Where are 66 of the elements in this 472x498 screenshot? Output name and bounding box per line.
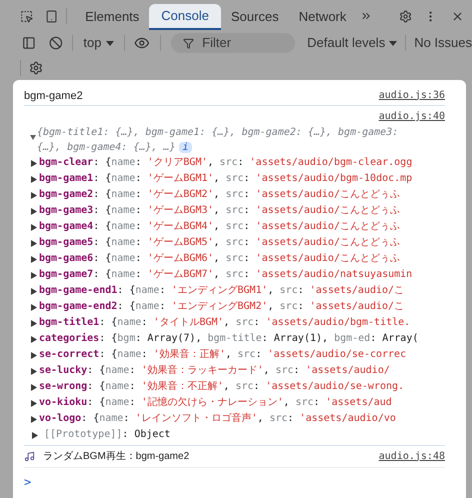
filter-field[interactable]: Filter bbox=[171, 33, 296, 53]
device-icon[interactable] bbox=[45, 9, 58, 24]
expand-triangle-icon[interactable] bbox=[31, 352, 37, 358]
object-property[interactable]: bgm-game1: {name: 'ゲームBGM1', src: 'assets/audio/bgm-10doc.mp bbox=[39, 171, 412, 187]
source-link[interactable]: audio.js:40 bbox=[378, 109, 445, 125]
expand-triangle-icon[interactable] bbox=[31, 160, 37, 166]
tab[interactable]: Console bbox=[149, 4, 221, 30]
levels-dropdown[interactable]: Default levels bbox=[307, 33, 398, 53]
issues-label[interactable]: No Issues bbox=[414, 33, 472, 53]
expand-triangle-icon[interactable] bbox=[31, 416, 37, 422]
expand-triangle-icon[interactable] bbox=[31, 240, 37, 246]
expand-triangle-icon[interactable] bbox=[31, 176, 37, 182]
source-link[interactable]: audio.js:48 bbox=[378, 448, 445, 464]
object-property[interactable]: bgm-game2: {name: 'ゲームBGM2', src: 'assets/audio/こんとどぅふ bbox=[39, 187, 400, 203]
expand-triangle-icon[interactable] bbox=[31, 256, 37, 262]
expand-triangle-icon[interactable] bbox=[31, 320, 37, 326]
object-property[interactable]: bgm-game3: {name: 'ゲームBGM3', src: 'assets/audio/こんとどぅふ bbox=[39, 203, 400, 219]
object-summary[interactable]: {…}, bgm-game4: {…}, …} bbox=[37, 140, 176, 155]
object-property[interactable]: bgm-game4: {name: 'ゲームBGM4', src: 'assets/audio/こんとどぅふ bbox=[39, 219, 400, 235]
log-message: bgm-game2 bbox=[24, 88, 83, 104]
info-badge[interactable]: i bbox=[179, 142, 192, 153]
object-property[interactable]: se-correct: {name: '効果音：正解', src: 'assets/audio/se-correc bbox=[39, 347, 406, 363]
object-summary[interactable]: {bgm-title1: {…}, bgm-game1: {…}, bgm-game2: {…}, bgm-game3: bbox=[37, 125, 398, 140]
sidebar-icon[interactable] bbox=[22, 36, 36, 50]
object-property[interactable]: [[Prototype]]: Object bbox=[44, 427, 170, 443]
expand-triangle-icon[interactable] bbox=[31, 224, 37, 230]
console-settings-icon[interactable] bbox=[29, 61, 43, 75]
expand-triangle-icon[interactable] bbox=[31, 400, 37, 406]
expand-triangle-icon[interactable] bbox=[31, 288, 37, 294]
inspect-icon[interactable] bbox=[20, 9, 34, 24]
object-property[interactable]: se-lucky: {name: '効果音：ラッキーカード', src: 'assets/audio/ bbox=[39, 363, 390, 379]
prompt-caret[interactable]: > bbox=[24, 475, 32, 489]
settings-icon[interactable] bbox=[398, 9, 412, 24]
object-property[interactable]: bgm-game7: {name: 'ゲームBGM7', src: 'assets/audio/natsuyasumin bbox=[39, 267, 412, 283]
tab[interactable]: Network bbox=[288, 4, 356, 30]
object-property[interactable]: bgm-game6: {name: 'ゲームBGM6', src: 'assets/audio/こんとどぅふ bbox=[39, 251, 400, 267]
log-message: ランダムBGM再生：bgm-game2 bbox=[43, 450, 190, 464]
object-property[interactable]: bgm-game-end1: {name: 'エンディングBGM1', src: 'assets/audio/こ bbox=[39, 283, 404, 299]
expand-triangle-icon[interactable] bbox=[31, 384, 37, 390]
clear-icon[interactable] bbox=[48, 36, 62, 50]
source-link[interactable]: audio.js:36 bbox=[378, 88, 445, 104]
expand-triangle-icon[interactable] bbox=[31, 272, 37, 278]
tab[interactable]: Elements bbox=[75, 4, 150, 30]
caret-icon bbox=[389, 40, 398, 46]
expand-triangle-icon[interactable] bbox=[31, 336, 37, 342]
tab[interactable]: Sources bbox=[221, 4, 289, 30]
expand-triangle-icon[interactable] bbox=[31, 208, 37, 214]
music-note-icon bbox=[24, 451, 35, 462]
expand-triangle-icon[interactable] bbox=[32, 432, 38, 438]
eye-icon[interactable] bbox=[134, 35, 150, 51]
context-dropdown[interactable]: top bbox=[83, 33, 114, 53]
object-property[interactable]: vo-kioku: {name: '記憶の欠けら・ナレーション', src: 'assets/aud bbox=[39, 395, 392, 411]
object-property[interactable]: bgm-game5: {name: 'ゲームBGM5', src: 'assets/audio/こんとどぅふ bbox=[39, 235, 400, 251]
caret-icon bbox=[106, 40, 114, 46]
object-property[interactable]: bgm-title1: {name: 'タイトルBGM', src: 'assets/audio/bgm-title. bbox=[39, 315, 410, 331]
filter-icon bbox=[183, 38, 194, 48]
expand-triangle-icon[interactable] bbox=[31, 304, 37, 310]
object-property[interactable]: se-wrong: {name: '効果音：不正解', src: 'assets/audio/se-wrong. bbox=[39, 379, 404, 395]
object-property[interactable]: categories: {bgm: Array(7), bgm-title: Array(1), bgm-ed: Array( bbox=[39, 331, 418, 347]
collapse-triangle-icon[interactable] bbox=[30, 134, 36, 141]
filter-input[interactable]: Filter bbox=[202, 33, 282, 53]
expand-triangle-icon[interactable] bbox=[31, 192, 37, 198]
object-property[interactable]: bgm-clear: {name: 'クリアBGM', src: 'assets/audio/bgm-clear.ogg bbox=[39, 155, 412, 171]
object-property[interactable]: vo-logo: {name: 'レインソフト・ロゴ音声', src: 'assets/audio/vo bbox=[39, 411, 396, 427]
expand-triangle-icon[interactable] bbox=[31, 368, 37, 374]
object-property[interactable]: bgm-game-end2: {name: 'エンディングBGM2', src: 'assets/audio/こ bbox=[39, 299, 404, 315]
